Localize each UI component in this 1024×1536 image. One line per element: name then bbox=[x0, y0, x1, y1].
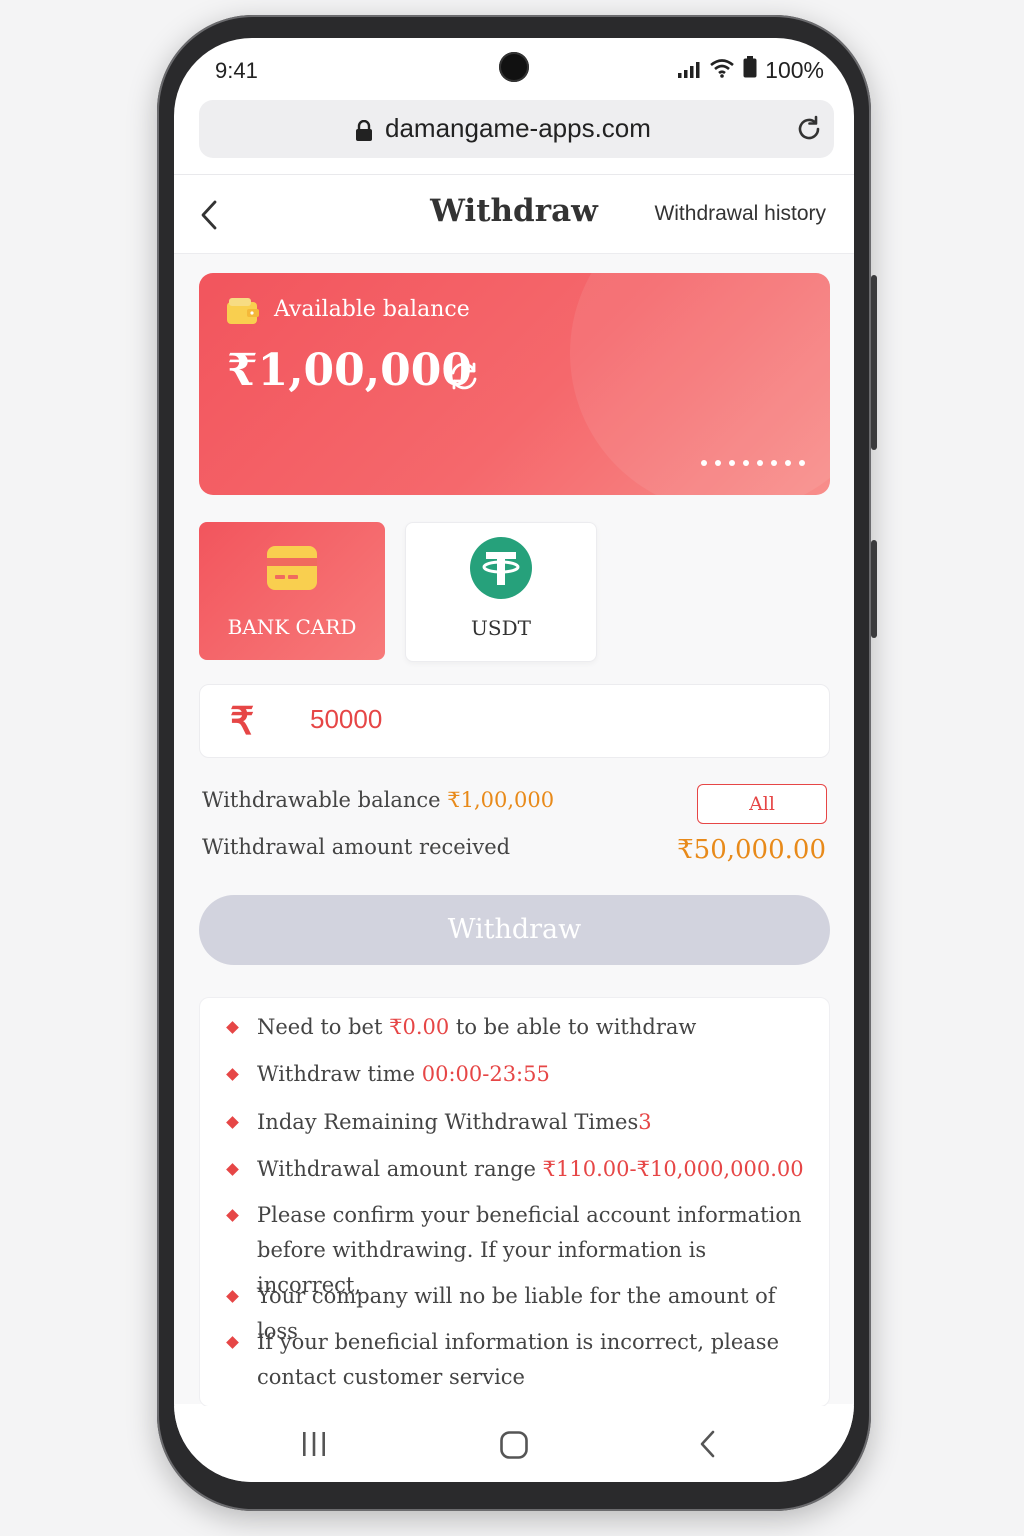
wallet-icon bbox=[227, 298, 259, 331]
rule-item: Inday Remaining Withdrawal Times3 bbox=[226, 1105, 808, 1140]
url-bar[interactable]: damangame-apps.com bbox=[199, 100, 834, 158]
amount-input[interactable] bbox=[310, 699, 790, 739]
front-camera bbox=[499, 52, 529, 82]
home-icon[interactable] bbox=[499, 1430, 529, 1465]
battery-percent: 100% bbox=[765, 56, 824, 83]
received-value: ₹50,000.00 bbox=[677, 835, 826, 865]
screen: 9:41 100% damangame-apps.com Withdraw Wi… bbox=[174, 38, 854, 1482]
card-number-dots bbox=[701, 460, 805, 466]
rule-item: Withdraw time 00:00-23:55 bbox=[226, 1057, 808, 1092]
bullet-diamond-icon bbox=[226, 1209, 239, 1222]
signal-icon bbox=[677, 57, 701, 84]
reload-icon[interactable] bbox=[794, 114, 824, 149]
withdrawable-value: ₹1,00,000 bbox=[447, 788, 555, 812]
method-label: USDT bbox=[471, 616, 531, 640]
bullet-diamond-icon bbox=[226, 1290, 239, 1303]
all-button[interactable]: All bbox=[697, 784, 827, 824]
status-bar: 9:41 100% bbox=[174, 38, 854, 102]
system-nav-bar bbox=[174, 1406, 854, 1482]
method-label: BANK CARD bbox=[227, 615, 357, 639]
status-icons: 100% bbox=[677, 56, 824, 84]
withdrawal-history-link[interactable]: Withdrawal history bbox=[654, 202, 826, 226]
rules-card: Need to bet ₹0.00 to be able to withdraw… bbox=[199, 997, 830, 1407]
available-balance-amount: ₹1,00,000 bbox=[227, 345, 472, 396]
lock-icon bbox=[355, 119, 373, 147]
back-icon[interactable] bbox=[698, 1429, 718, 1464]
method-bank-card[interactable]: BANK CARD bbox=[199, 522, 385, 660]
page-header: Withdraw Withdrawal history bbox=[174, 175, 854, 254]
available-balance-label: Available balance bbox=[274, 297, 470, 322]
wifi-icon bbox=[709, 57, 735, 84]
withdrawable-label: Withdrawable balance bbox=[202, 788, 441, 812]
battery-icon bbox=[743, 56, 757, 84]
bullet-diamond-icon bbox=[226, 1336, 239, 1349]
tether-icon bbox=[470, 537, 532, 604]
recent-apps-icon[interactable] bbox=[300, 1430, 328, 1463]
bank-card-icon bbox=[267, 546, 317, 595]
balance-card: Available balance ₹1,00,000 bbox=[199, 273, 830, 495]
withdrawable-balance-row: Withdrawable balance ₹1,00,000 bbox=[202, 788, 554, 812]
bullet-diamond-icon bbox=[226, 1163, 239, 1176]
rule-item: Withdrawal amount range ₹110.00-₹10,000,… bbox=[226, 1152, 808, 1187]
bullet-diamond-icon bbox=[226, 1116, 239, 1129]
bullet-diamond-icon bbox=[226, 1021, 239, 1034]
power-button bbox=[871, 540, 877, 638]
refresh-icon[interactable] bbox=[447, 359, 481, 398]
status-time: 9:41 bbox=[215, 58, 258, 83]
received-label: Withdrawal amount received bbox=[202, 835, 511, 859]
bullet-diamond-icon bbox=[226, 1068, 239, 1081]
rupee-icon: ₹ bbox=[230, 701, 255, 743]
amount-input-box[interactable]: ₹ bbox=[199, 684, 830, 758]
volume-button bbox=[871, 275, 877, 450]
url-text[interactable]: damangame-apps.com bbox=[385, 113, 651, 144]
rule-item: If your beneficial information is incorr… bbox=[226, 1325, 808, 1395]
rule-item: Need to bet ₹0.00 to be able to withdraw bbox=[226, 1010, 808, 1045]
method-usdt[interactable]: USDT bbox=[405, 522, 597, 662]
withdraw-button[interactable]: Withdraw bbox=[199, 895, 830, 965]
